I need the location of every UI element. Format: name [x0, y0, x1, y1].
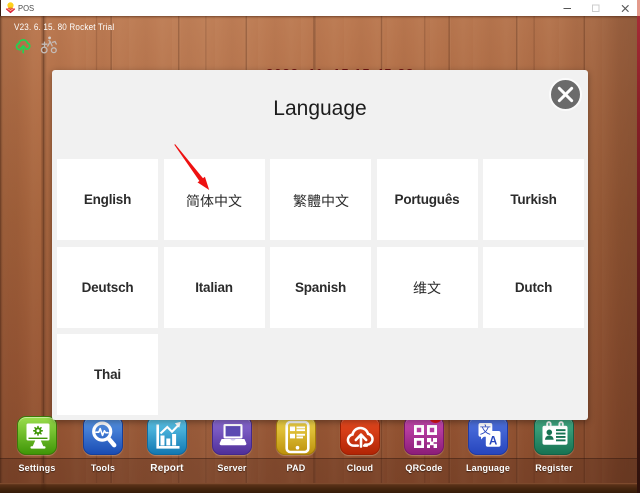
svg-text:A: A: [489, 435, 497, 447]
